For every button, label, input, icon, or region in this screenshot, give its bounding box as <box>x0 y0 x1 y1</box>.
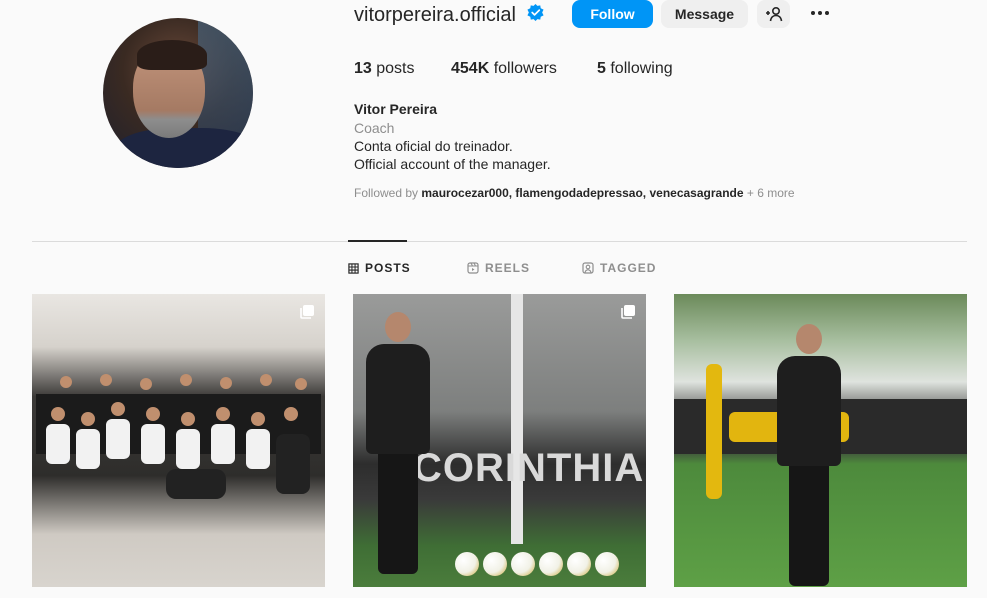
team-photo <box>36 374 321 499</box>
more-options-icon[interactable] <box>806 2 834 24</box>
tab-posts[interactable]: POSTS <box>348 261 411 275</box>
verified-badge-icon <box>527 3 544 22</box>
training-pole <box>706 364 722 499</box>
football <box>483 552 507 576</box>
tabs-divider <box>32 241 967 242</box>
profile-full-name: Vitor Pereira <box>354 101 438 117</box>
tab-label: TAGGED <box>600 261 657 275</box>
tab-reels[interactable]: REELS <box>467 261 530 275</box>
profile-username: vitorpereira.official <box>354 4 516 26</box>
stat-posts: 13 posts <box>354 60 415 77</box>
carousel-icon <box>621 305 635 319</box>
reels-icon <box>467 262 479 274</box>
tab-tagged[interactable]: TAGGED <box>582 261 656 275</box>
bio-line: Conta oficial do treinador. <box>354 138 513 154</box>
football <box>595 552 619 576</box>
stat-followers[interactable]: 454K followers <box>451 60 557 78</box>
stadium-wall-text: CORINTHIAN <box>413 446 646 490</box>
football <box>539 552 563 576</box>
avatar-hair <box>137 40 207 70</box>
followed-by-prefix: Followed by <box>354 186 419 200</box>
football <box>567 552 591 576</box>
active-tab-indicator <box>348 240 407 242</box>
football <box>455 552 479 576</box>
follow-button[interactable]: Follow <box>572 0 653 28</box>
post-thumbnail[interactable] <box>674 294 967 587</box>
tab-label: REELS <box>485 261 531 275</box>
suggested-users-button[interactable] <box>757 0 790 28</box>
profile-avatar[interactable] <box>103 18 253 168</box>
followed-by[interactable]: Followed by maurocezar000, flamengodadep… <box>354 186 795 200</box>
grid-icon <box>348 262 359 274</box>
football <box>511 552 535 576</box>
tab-label: POSTS <box>365 261 411 275</box>
coach-figure <box>363 312 433 574</box>
post-thumbnail[interactable] <box>32 294 325 587</box>
tagged-user-icon <box>582 262 594 274</box>
coach-figure <box>774 324 844 586</box>
profile-category: Coach <box>354 120 395 136</box>
followed-by-more[interactable]: + 6 more <box>747 186 795 200</box>
carousel-icon <box>300 305 314 319</box>
bio-line: Official account of the manager. <box>354 156 551 172</box>
post-thumbnail[interactable]: CORINTHIAN <box>353 294 646 587</box>
stat-following[interactable]: 5 following <box>597 60 673 78</box>
message-button[interactable]: Message <box>661 0 748 28</box>
goal-post <box>511 294 523 544</box>
add-user-icon <box>765 6 782 22</box>
followed-by-names[interactable]: maurocezar000, flamengodadepressao, vene… <box>421 186 743 200</box>
